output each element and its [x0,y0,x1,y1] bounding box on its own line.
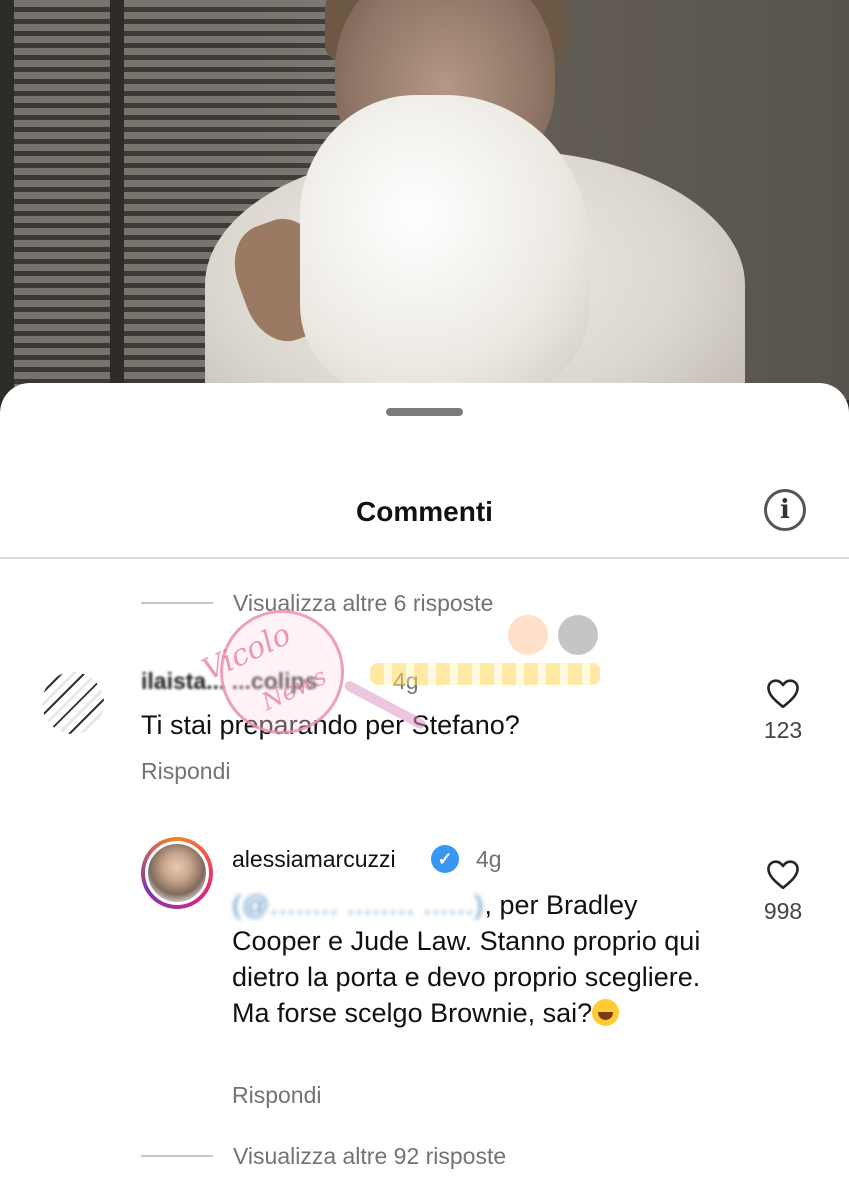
heart-icon [767,860,799,890]
verified-badge-icon: ✓ [431,845,459,873]
towel [300,95,590,395]
window-frame [110,0,124,400]
window-frame [0,0,14,400]
comment-text: Ti stai preparando per Stefano? [141,710,520,740]
info-icon[interactable]: i [764,489,806,531]
view-more-replies-top[interactable]: Visualizza altre 6 risposte [141,585,493,621]
reply-button[interactable]: Rispondi [232,1082,322,1109]
mention-link[interactable]: (@........ ........ ......) [232,890,484,920]
view-more-label: Visualizza altre 92 risposte [233,1142,507,1169]
view-more-replies-bottom[interactable]: Visualizza altre 92 risposte [141,1138,506,1174]
avatar[interactable] [42,672,104,734]
view-more-label: Visualizza altre 6 risposte [233,589,494,616]
comment-time: 4g [476,846,502,872]
video-background [0,0,849,400]
comment-username[interactable]: ilaista... ...colips [141,668,317,695]
header-divider [0,557,849,559]
comment-item: alessiamarcuzzi ✓ 4g (@........ ........… [0,830,849,1120]
comment-time: 4g [393,668,419,694]
thread-line [141,602,213,604]
like-button[interactable]: 998 [753,858,813,925]
comment-text: (@........ ........ ......), per Bradley… [232,887,732,1031]
like-count: 998 [763,898,803,924]
heart-icon [767,679,799,709]
story-avatar[interactable] [141,837,213,909]
sheet-title: Commenti [356,496,493,527]
like-button[interactable]: 123 [753,677,813,744]
thread-line [141,1155,213,1157]
like-count: 123 [763,717,803,743]
comment-item: ilaista... ...colips 4g Ti stai preparan… [0,660,849,790]
comment-username[interactable]: alessiamarcuzzi [232,846,396,873]
sheet-drag-handle[interactable] [386,408,463,416]
reply-button[interactable]: Rispondi [141,758,231,785]
avatar [145,841,209,905]
sheet-header: Commenti i [0,468,849,558]
rofl-emoji-icon [592,999,620,1026]
